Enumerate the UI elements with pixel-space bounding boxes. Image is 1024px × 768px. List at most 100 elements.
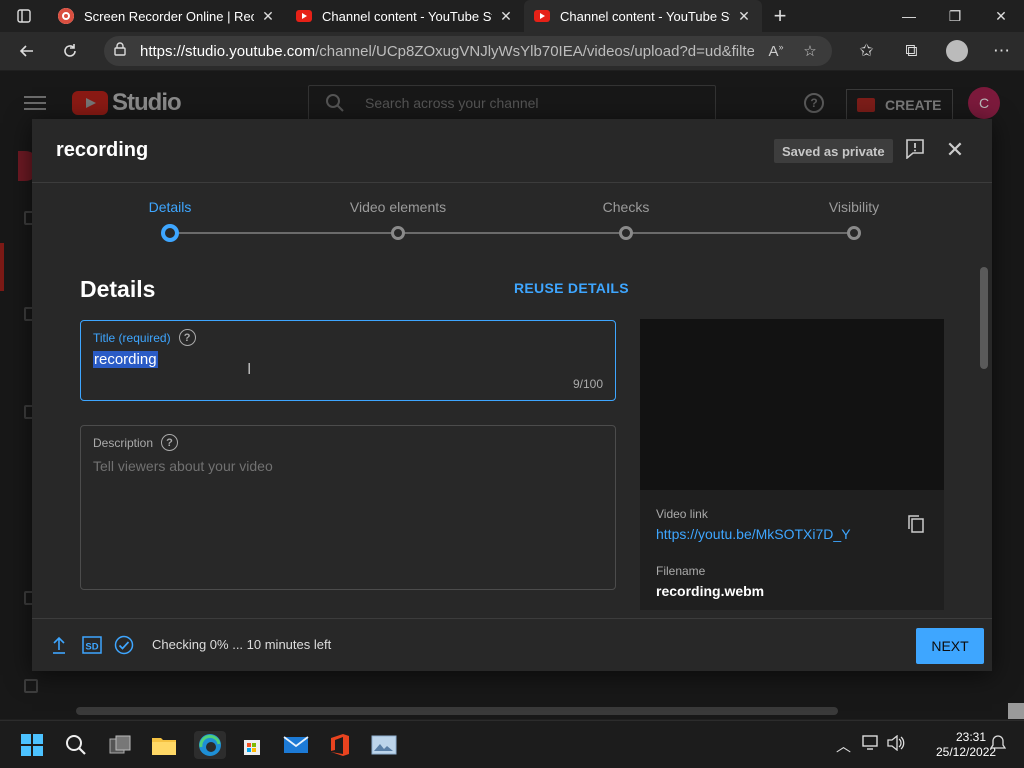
collections-icon[interactable]: ⧉ <box>889 35 934 67</box>
windows-start-icon[interactable] <box>18 731 46 759</box>
favorites-icon[interactable]: ✩ <box>844 35 889 67</box>
browser-tab-studio-1[interactable]: Channel content - YouTube Studi ✕ <box>286 0 524 32</box>
browser-tab-screen-recorder[interactable]: Screen Recorder Online | Record ✕ <box>48 0 286 32</box>
step-video-elements[interactable]: Video elements <box>318 199 478 215</box>
youtube-icon <box>534 10 550 22</box>
refresh-button[interactable] <box>51 35 88 67</box>
description-field[interactable]: Description ? Tell viewers about your vi… <box>80 425 616 590</box>
show-hidden-icons-icon[interactable]: ︿ <box>836 735 851 756</box>
tab-close-icon[interactable]: ✕ <box>498 8 514 25</box>
new-tab-button[interactable]: + <box>762 0 798 32</box>
upload-dialog: recording Saved as private ✕ Details Vid… <box>32 119 992 671</box>
create-label: CREATE <box>885 97 942 113</box>
minimize-icon[interactable]: — <box>886 0 932 32</box>
search-icon <box>326 94 344 112</box>
step-details-dot[interactable] <box>161 224 179 242</box>
profile-button[interactable] <box>934 35 979 67</box>
url-text: https://studio.youtube.com/channel/UCp8Z… <box>140 42 754 60</box>
video-link[interactable]: https://youtu.be/MkSOTXi7D_Y <box>656 526 851 542</box>
reuse-details-button[interactable]: REUSE DETAILS <box>514 280 629 296</box>
file-explorer-icon[interactable] <box>150 731 178 759</box>
help-icon[interactable]: ? <box>804 93 824 113</box>
sidebar-feedback-icon[interactable] <box>24 679 38 693</box>
video-preview-panel: Video link https://youtu.be/MkSOTXi7D_Y … <box>640 319 944 610</box>
studio-brand: Studio <box>112 89 182 116</box>
sd-quality-icon[interactable]: SD <box>82 635 102 655</box>
step-video-elements-dot[interactable] <box>391 226 405 240</box>
menu-icon[interactable] <box>24 96 46 110</box>
screen-recorder-icon <box>58 8 74 24</box>
filename-label: Filename <box>656 564 706 578</box>
help-icon[interactable]: ? <box>161 434 179 451</box>
step-visibility-dot[interactable] <box>847 226 861 240</box>
search-placeholder: Search across your channel <box>365 95 539 111</box>
tab-title: Channel content - YouTube Studi <box>322 8 492 24</box>
microsoft-store-icon[interactable] <box>238 731 266 759</box>
office-icon[interactable] <box>326 731 354 759</box>
network-icon[interactable] <box>862 735 880 755</box>
read-aloud-icon[interactable]: A» <box>764 42 788 60</box>
browser-tab-bar: Screen Recorder Online | Record ✕ Channe… <box>0 0 1024 32</box>
upload-stepper: Details Video elements Checks Visibility <box>32 183 992 253</box>
help-icon[interactable]: ? <box>178 329 196 346</box>
avatar <box>945 40 968 62</box>
window-close-icon[interactable]: ✕ <box>978 0 1024 32</box>
step-details[interactable]: Details <box>90 199 250 215</box>
page-horizontal-scrollbar[interactable] <box>76 707 838 715</box>
title-char-count: 9/100 <box>572 377 603 391</box>
title-field[interactable]: Title (required) ? recording I 9/100 <box>80 320 616 401</box>
video-preview[interactable] <box>640 319 944 490</box>
stepper-track <box>170 232 854 234</box>
photos-icon[interactable] <box>370 731 398 759</box>
sidebar-active-indicator <box>0 243 4 291</box>
youtube-icon <box>296 10 312 22</box>
clock-time: 23:31 <box>955 730 986 744</box>
add-favorite-icon[interactable]: ☆ <box>798 42 822 60</box>
dialog-footer: SD Checking 0% ... 10 minutes left NEXT <box>32 618 992 671</box>
description-placeholder[interactable]: Tell viewers about your video <box>93 458 273 474</box>
more-menu-icon[interactable]: ⋯ <box>979 35 1024 67</box>
next-button[interactable]: NEXT <box>916 628 984 664</box>
lock-icon[interactable] <box>114 42 140 60</box>
title-input-value[interactable]: recording <box>93 351 158 368</box>
restore-icon[interactable]: ❐ <box>932 0 978 32</box>
browser-tab-studio-2[interactable]: Channel content - YouTube Studi ✕ <box>524 0 762 32</box>
taskbar-clock[interactable]: 23:31 25/12/2022 <box>936 730 997 760</box>
account-avatar[interactable]: C <box>968 87 1000 119</box>
taskbar-search-icon[interactable] <box>62 731 90 759</box>
feedback-icon[interactable] <box>906 139 924 159</box>
upload-status-text: Checking 0% ... 10 minutes left <box>152 637 332 652</box>
tab-close-icon[interactable]: ✕ <box>736 8 752 25</box>
close-icon[interactable]: ✕ <box>945 139 965 161</box>
page-scroll-corner[interactable] <box>1008 703 1024 719</box>
clock-date: 25/12/2022 <box>936 745 997 759</box>
tab-actions-icon[interactable] <box>0 0 48 32</box>
tab-close-icon[interactable]: ✕ <box>260 8 276 25</box>
edge-browser-icon[interactable] <box>194 731 226 759</box>
dialog-title: recording <box>56 139 149 161</box>
windows-taskbar: ︿ 23:31 25/12/2022 <box>0 720 1024 768</box>
details-heading: Details <box>80 276 156 302</box>
svg-text:SD: SD <box>85 642 98 653</box>
tab-title: Screen Recorder Online | Record <box>84 8 254 24</box>
saved-status-badge: Saved as private <box>774 139 893 163</box>
youtube-logo-icon[interactable] <box>72 91 108 115</box>
dialog-header: recording Saved as private ✕ <box>32 119 992 183</box>
step-checks[interactable]: Checks <box>546 199 706 215</box>
address-bar[interactable]: https://studio.youtube.com/channel/UCp8Z… <box>104 36 832 66</box>
filename-value: recording.webm <box>656 583 765 599</box>
mail-icon[interactable] <box>282 731 310 759</box>
notifications-icon[interactable] <box>989 735 1007 755</box>
step-checks-dot[interactable] <box>619 226 633 240</box>
text-cursor-icon: I <box>247 361 252 378</box>
volume-icon[interactable] <box>887 734 905 755</box>
copy-icon[interactable] <box>908 515 924 533</box>
step-visibility[interactable]: Visibility <box>774 199 934 215</box>
back-button[interactable] <box>8 35 45 67</box>
dialog-scrollbar[interactable] <box>980 267 988 369</box>
task-view-icon[interactable] <box>106 731 134 759</box>
checks-status-icon[interactable] <box>114 635 134 655</box>
create-button[interactable]: CREATE <box>846 89 953 121</box>
upload-icon[interactable] <box>52 635 66 655</box>
channel-search-input[interactable]: Search across your channel <box>308 85 716 121</box>
